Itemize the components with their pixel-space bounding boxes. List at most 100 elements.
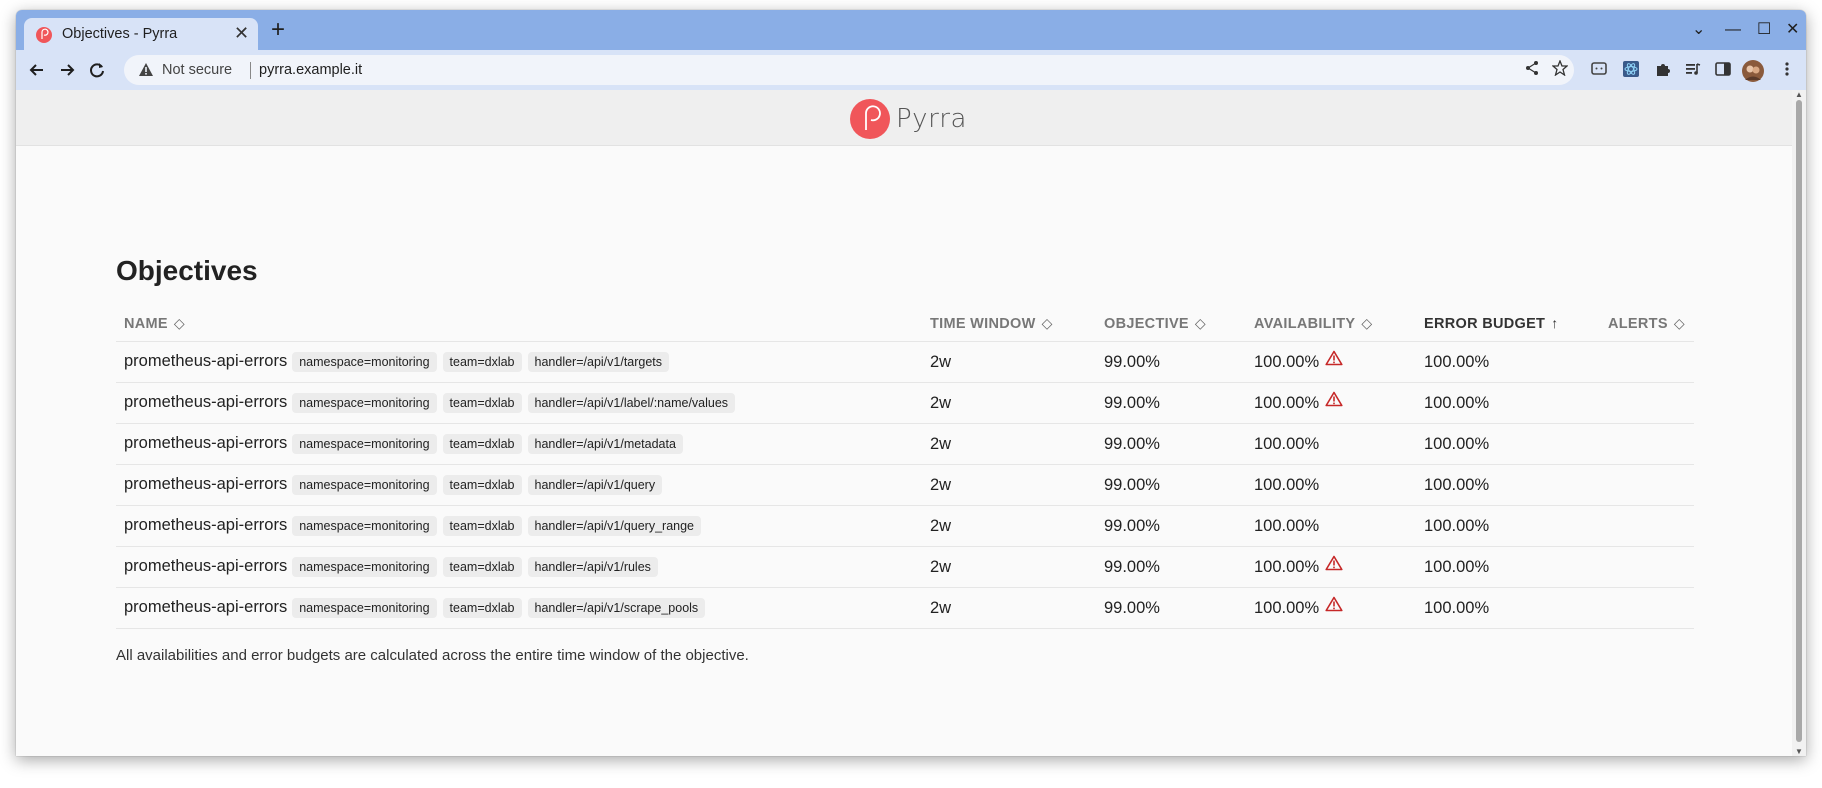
objective-name-link[interactable]: prometheus-api-errors [124,393,287,411]
label-badge: namespace=monitoring [292,557,437,577]
sort-icon: ◇ [1673,314,1685,331]
cell-error-budget: 100.00% [1416,587,1600,629]
cell-name[interactable]: prometheus-api-errors namespace=monitorin… [116,505,922,547]
scroll-down-icon[interactable]: ▼ [1795,747,1803,756]
extension-chat-icon[interactable] [1590,60,1610,80]
back-icon[interactable] [26,59,48,81]
minimize-icon[interactable]: — [1725,20,1741,40]
reload-icon[interactable] [86,59,108,81]
cell-time-window: 2w [922,546,1096,588]
cell-name[interactable]: prometheus-api-errors namespace=monitorin… [116,587,922,629]
cell-name[interactable]: prometheus-api-errors namespace=monitorin… [116,546,922,588]
url-text[interactable]: pyrra.example.it [259,62,362,78]
scrollbar-thumb[interactable] [1796,100,1802,742]
cell-availability: 100.00% [1246,464,1416,506]
cell-availability-value: 100.00% [1254,434,1320,453]
brand-name[interactable]: Pyrra [896,104,967,134]
table-row[interactable]: prometheus-api-errors namespace=monitorin… [116,423,1694,465]
table-row[interactable]: prometheus-api-errors namespace=monitorin… [116,464,1694,506]
cell-time-window: 2w [922,423,1096,465]
react-devtools-icon[interactable] [1622,60,1642,80]
close-window-icon[interactable]: ✕ [1786,20,1799,40]
column-header-time-window[interactable]: TIME WINDOW ◇ [922,305,1096,342]
cell-time-window: 2w [922,382,1096,424]
objective-name-link[interactable]: prometheus-api-errors [124,434,287,452]
extensions-puzzle-icon[interactable] [1654,60,1674,80]
cell-error-budget-value: 100.00% [1424,598,1490,617]
cell-time-window-value: 2w [930,598,952,617]
column-header-error-budget[interactable]: ERROR BUDGET ↑ [1416,305,1600,342]
cell-alerts [1600,587,1694,629]
tab-search-icon[interactable]: ⌄ [1692,20,1705,40]
cell-availability: 100.00% [1246,587,1416,629]
share-icon[interactable] [1524,60,1540,81]
cell-time-window-value: 2w [930,557,952,576]
forward-icon[interactable] [56,59,78,81]
vertical-scrollbar[interactable]: ▲ ▼ [1792,90,1806,756]
cell-name[interactable]: prometheus-api-errors namespace=monitorin… [116,423,922,465]
label-badge: handler=/api/v1/metadata [527,434,683,454]
app-header: Pyrra [16,90,1792,146]
column-header-alerts[interactable]: ALERTS ◇ [1600,305,1694,342]
media-playlist-icon[interactable] [1684,60,1704,80]
cell-name[interactable]: prometheus-api-errors namespace=monitorin… [116,382,922,424]
warning-triangle-icon[interactable] [1325,596,1343,617]
objectives-table: NAME ◇ TIME WINDOW ◇ OBJECTIVE ◇ AVAILABILI… [116,305,1694,629]
scroll-up-icon[interactable]: ▲ [1795,90,1803,99]
table-row[interactable]: prometheus-api-errors namespace=monitorin… [116,546,1694,588]
label-badge: namespace=monitoring [292,393,437,413]
warning-triangle-icon[interactable] [1325,555,1343,576]
cell-availability-value: 100.00% [1254,475,1320,494]
warning-triangle-icon[interactable] [1325,391,1343,412]
label-badge: team=dxlab [442,516,522,536]
table-row[interactable]: prometheus-api-errors namespace=monitorin… [116,505,1694,547]
cell-error-budget: 100.00% [1416,464,1600,506]
bookmark-star-icon[interactable] [1551,59,1569,81]
not-secure-warning-icon[interactable] [138,62,154,83]
cell-objective: 99.00% [1096,546,1246,588]
side-panel-icon[interactable] [1714,60,1734,80]
security-status-label[interactable]: Not secure [162,62,232,78]
cell-objective: 99.00% [1096,341,1246,383]
cell-availability-value: 100.00% [1254,516,1320,535]
cell-name[interactable]: prometheus-api-errors namespace=monitorin… [116,341,922,383]
cell-time-window: 2w [922,464,1096,506]
cell-objective: 99.00% [1096,587,1246,629]
cell-name[interactable]: prometheus-api-errors namespace=monitorin… [116,464,922,506]
objective-name-link[interactable]: prometheus-api-errors [124,598,287,616]
tab-close-icon[interactable]: ✕ [234,23,249,43]
cell-availability: 100.00% [1246,546,1416,588]
cell-time-window-value: 2w [930,352,952,371]
tab-objectives[interactable]: Objectives - Pyrra ✕ [24,18,258,50]
column-header-objective[interactable]: OBJECTIVE ◇ [1096,305,1246,342]
cell-objective: 99.00% [1096,505,1246,547]
table-row[interactable]: prometheus-api-errors namespace=monitorin… [116,382,1694,424]
profile-avatar[interactable] [1742,60,1764,82]
maximize-icon[interactable]: ☐ [1757,20,1771,40]
address-bar[interactable]: Not secure pyrra.example.it [124,55,1574,85]
label-badge: namespace=monitoring [292,434,437,454]
warning-triangle-icon[interactable] [1325,350,1343,371]
cell-availability-value: 100.00% [1254,352,1320,371]
pyrra-logo-icon[interactable] [850,99,890,139]
label-badge: handler=/api/v1/scrape_pools [527,598,706,618]
cell-objective: 99.00% [1096,464,1246,506]
label-badge: handler=/api/v1/targets [527,352,670,372]
objective-name-link[interactable]: prometheus-api-errors [124,557,287,575]
column-header-name[interactable]: NAME ◇ [116,305,922,342]
label-badge: team=dxlab [442,598,522,618]
objective-name-link[interactable]: prometheus-api-errors [124,475,287,493]
table-row[interactable]: prometheus-api-errors namespace=monitorin… [116,341,1694,383]
column-header-availability[interactable]: AVAILABILITY ◇ [1246,305,1416,342]
table-row[interactable]: prometheus-api-errors namespace=monitorin… [116,587,1694,629]
cell-alerts [1600,546,1694,588]
new-tab-button[interactable]: + [271,18,285,42]
cell-objective-value: 99.00% [1104,516,1160,535]
browser-menu-icon[interactable] [1778,60,1798,80]
objective-name-link[interactable]: prometheus-api-errors [124,352,287,370]
objective-name-link[interactable]: prometheus-api-errors [124,516,287,534]
column-header-label: NAME [124,315,168,332]
cell-availability: 100.00% [1246,505,1416,547]
sort-ascending-icon: ↑ [1551,314,1559,331]
column-header-label: ALERTS [1608,315,1668,332]
